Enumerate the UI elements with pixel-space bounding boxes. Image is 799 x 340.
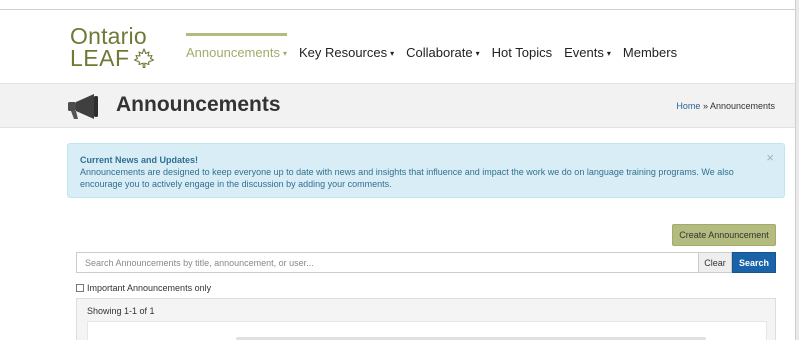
maple-leaf-icon <box>133 48 154 69</box>
nav-item-key-resources[interactable]: Key Resources ▾ <box>299 41 394 60</box>
nav-label: Events <box>564 45 604 60</box>
chevron-down-icon: ▾ <box>606 49 611 59</box>
nav-label: Key Resources <box>298 45 388 60</box>
site-logo[interactable]: Ontario LEAF <box>70 23 156 71</box>
logo-text-ontario: Ontario <box>70 23 147 49</box>
important-label: Important Announcements only <box>87 283 212 293</box>
chevron-down-icon: ▾ <box>390 49 395 59</box>
breadcrumb-separator: » <box>700 101 710 111</box>
nav-item-announcements[interactable]: Announcements ▾ <box>186 33 287 60</box>
clear-button[interactable]: Clear <box>698 252 732 273</box>
info-alert: Current News and Updates! Announcements … <box>67 143 785 198</box>
close-icon[interactable]: × <box>766 151 774 164</box>
nav-item-hot-topics[interactable]: Hot Topics <box>492 41 552 60</box>
create-announcement-button[interactable]: Create Announcement <box>672 224 776 246</box>
search-button[interactable]: Search <box>732 252 776 273</box>
breadcrumb: Home » Announcements <box>676 101 775 111</box>
nav-item-members[interactable]: Members <box>623 41 677 60</box>
breadcrumb-home-link[interactable]: Home <box>676 101 700 111</box>
important-filter[interactable]: Important Announcements only <box>76 283 211 293</box>
page-title: Announcements <box>116 93 281 116</box>
nav-label: Collaborate <box>406 45 473 60</box>
logo-line-leaf: LEAF <box>70 45 156 71</box>
important-checkbox[interactable] <box>76 284 84 292</box>
window-right-edge <box>795 0 799 340</box>
search-bar: Clear Search <box>76 252 776 273</box>
results-panel: Showing 1-1 of 1 <box>76 298 776 340</box>
alert-title: Current News and Updates! <box>80 155 199 165</box>
window-top-edge <box>0 0 799 10</box>
chevron-down-icon: ▾ <box>282 49 287 59</box>
nav-item-collaborate[interactable]: Collaborate ▾ <box>406 41 480 60</box>
logo-text-leaf: LEAF <box>70 45 130 71</box>
page-title-band: Announcements Home » Announcements <box>0 83 795 128</box>
results-count: Showing 1-1 of 1 <box>87 306 155 316</box>
nav-item-events[interactable]: Events ▾ <box>564 41 611 60</box>
main-nav: Announcements ▾ Key Resources ▾ Collaborat… <box>186 33 689 60</box>
alert-body: Announcements are designed to keep every… <box>80 167 734 189</box>
breadcrumb-current: Announcements <box>709 101 775 111</box>
search-input[interactable] <box>76 252 698 273</box>
nav-label: Announcements <box>186 45 280 60</box>
nav-label: Members <box>622 45 678 60</box>
list-item[interactable] <box>87 321 767 340</box>
site-header: Ontario LEAF Announcements ▾ Key Resource… <box>0 11 795 83</box>
nav-label: Hot Topics <box>491 45 553 60</box>
chevron-down-icon: ▾ <box>475 49 480 59</box>
megaphone-icon <box>68 94 98 119</box>
